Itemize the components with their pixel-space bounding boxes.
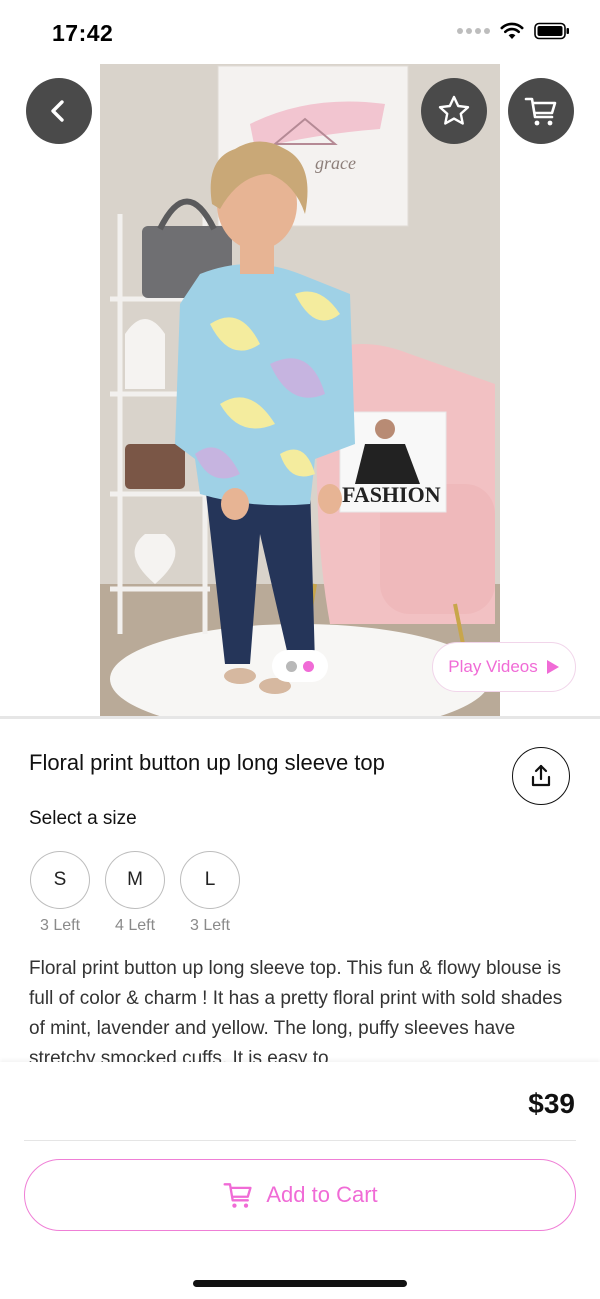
size-chip-l[interactable]: L (180, 851, 240, 909)
product-title: Floral print button up long sleeve top (29, 750, 385, 775)
product-image-carousel[interactable]: grace FASHION Play Videos (0, 64, 600, 716)
sign-text: grace (315, 153, 356, 173)
size-stock-m: 4 Left (114, 917, 156, 934)
cart-icon (223, 1183, 252, 1208)
star-outline-icon (438, 95, 470, 125)
size-chip-s[interactable]: S (30, 851, 90, 909)
size-option: L 3 Left (179, 851, 241, 935)
product-photo: grace FASHION (100, 64, 500, 716)
battery-icon (534, 22, 569, 40)
add-to-cart-button[interactable]: Add to Cart (24, 1159, 576, 1231)
status-time: 17:42 (52, 20, 114, 46)
size-option: M 4 Left (104, 851, 166, 935)
section-divider (0, 716, 600, 719)
status-indicators (457, 22, 570, 40)
favorite-button[interactable] (421, 78, 487, 144)
chevron-left-icon (51, 100, 64, 122)
play-videos-label: Play Videos (448, 657, 538, 676)
status-bar: 17:42 (0, 0, 600, 64)
size-selector: S 3 Left M 4 Left L 3 Left (29, 851, 241, 935)
size-chip-m[interactable]: M (105, 851, 165, 909)
add-to-cart-label: Add to Cart (266, 1182, 378, 1207)
size-stock-l: 3 Left (189, 917, 231, 934)
wifi-icon (500, 22, 524, 39)
share-button[interactable] (512, 747, 570, 805)
purchase-bar: $39 Add to Cart (0, 1062, 600, 1299)
home-indicator (193, 1280, 407, 1287)
size-prompt: Select a size (29, 808, 137, 829)
purchase-divider (24, 1140, 576, 1141)
cart-button[interactable] (508, 78, 574, 144)
pillow-text: FASHION (342, 482, 441, 507)
carousel-pager[interactable] (272, 650, 328, 682)
back-button[interactable] (26, 78, 92, 144)
pager-dot[interactable] (286, 660, 297, 672)
cart-icon (524, 97, 557, 126)
share-upload-icon (531, 764, 551, 787)
product-price: $39 (528, 1088, 575, 1119)
product-description: Floral print button up long sleeve top. … (29, 958, 563, 1064)
size-option: S 3 Left (29, 851, 91, 935)
play-triangle-icon (546, 660, 559, 674)
cellular-signal-icon (457, 28, 490, 34)
size-stock-s: 3 Left (39, 917, 81, 934)
play-videos-button[interactable]: Play Videos (432, 642, 576, 692)
pager-dot[interactable] (303, 660, 314, 672)
product-photo-illustration: grace FASHION (100, 64, 500, 716)
